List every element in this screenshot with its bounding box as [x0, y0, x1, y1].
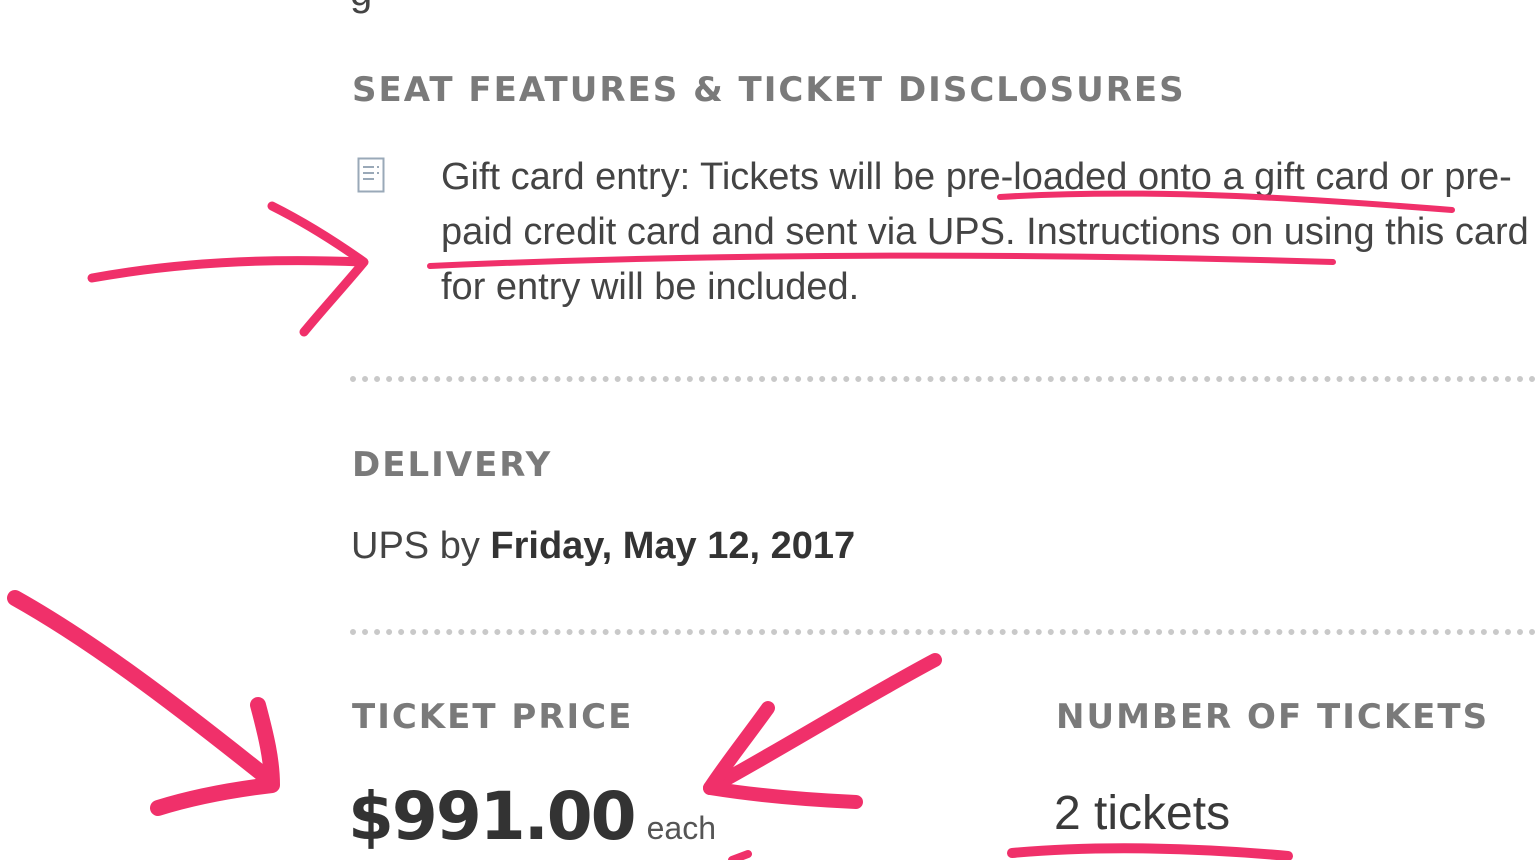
arrow-annotation [703, 701, 863, 809]
number-of-tickets-heading: NUMBER OF TICKETS [1056, 697, 1490, 737]
ticket-price-heading: TICKET PRICE [352, 697, 634, 737]
arrow-annotation [7, 590, 278, 788]
delivery-info: UPS by Friday, May 12, 2017 [351, 525, 855, 568]
section-divider [350, 376, 1536, 382]
delivery-method: UPS by [351, 525, 480, 567]
price-unit: each [646, 810, 716, 846]
price-amount: $991.00 [348, 778, 637, 855]
ticket-details-page: g SEAT FEATURES & TICKET DISCLOSURES Gif… [0, 0, 1536, 860]
annotation-stroke [728, 850, 752, 860]
ticket-price: $991.00 each [348, 778, 716, 855]
receipt-icon [357, 157, 385, 193]
underline-stroke [1007, 843, 1293, 860]
delivery-heading: DELIVERY [352, 445, 553, 485]
disclosure-text: Gift card entry: Tickets will be pre-loa… [441, 156, 1529, 308]
arrow-annotation [87, 256, 367, 283]
arrow-annotation [703, 653, 942, 795]
arrow-annotation [150, 697, 280, 816]
seat-features-heading: SEAT FEATURES & TICKET DISCLOSURES [352, 70, 1186, 110]
ticket-quantity[interactable]: 2 tickets [1054, 786, 1230, 841]
delivery-date: Friday, May 12, 2017 [490, 525, 856, 567]
section-divider [350, 629, 1536, 635]
cutoff-text-fragment: g [350, 0, 372, 15]
arrow-annotation [267, 201, 369, 337]
